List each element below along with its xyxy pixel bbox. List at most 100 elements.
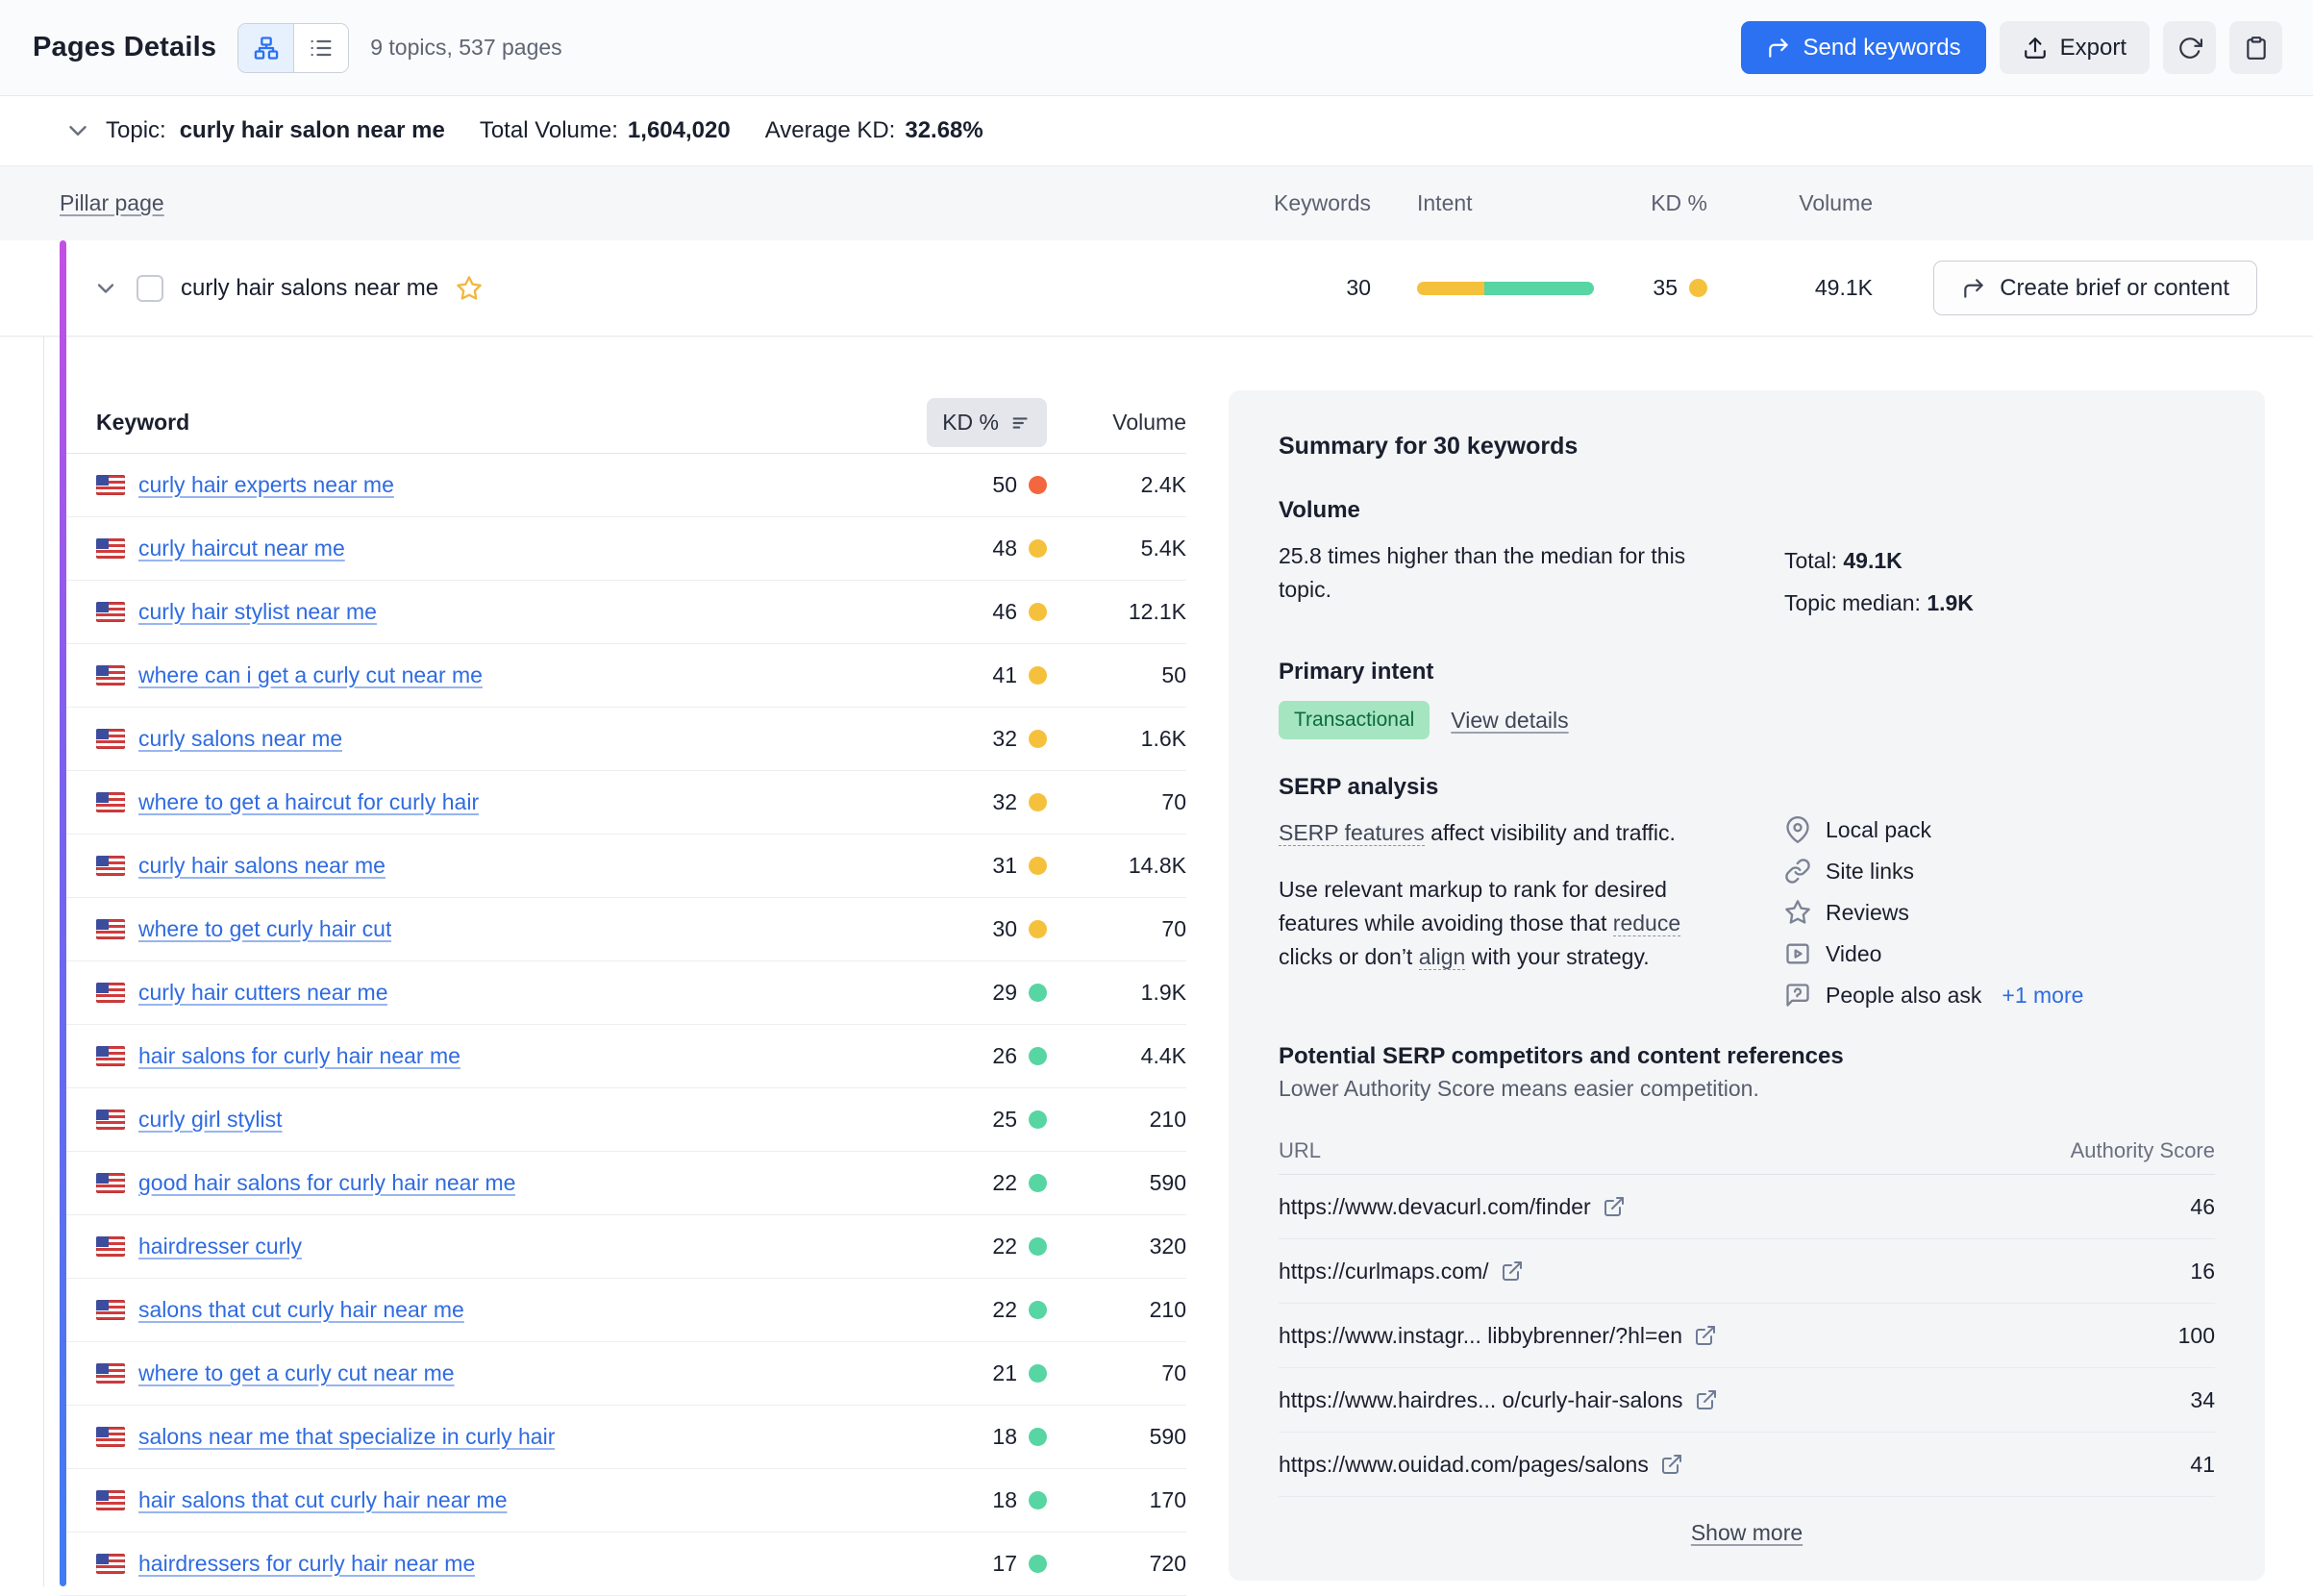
refresh-icon [2177, 36, 2202, 61]
feature-people-also-ask: People also ask +1 more [1784, 982, 2083, 1009]
star-icon[interactable] [456, 275, 483, 302]
table-row: https://www.devacurl.com/finder 46 [1279, 1175, 2215, 1239]
primary-intent-heading: Primary intent [1279, 659, 2215, 686]
keyword-link[interactable]: salons near me that specialize in curly … [138, 1424, 555, 1450]
external-link-icon[interactable] [1660, 1453, 1683, 1476]
keyword-link[interactable]: curly hair experts near me [138, 472, 394, 498]
pillar-page-name[interactable]: curly hair salons near me [181, 275, 438, 302]
column-kd-sort[interactable]: KD % [927, 398, 1047, 447]
tree-view-button[interactable] [238, 24, 293, 72]
keyword-link[interactable]: curly haircut near me [138, 536, 345, 561]
export-button[interactable]: Export [2000, 21, 2150, 74]
question-bubble-icon [1784, 982, 1811, 1009]
external-link-icon[interactable] [1603, 1195, 1626, 1218]
keyword-link[interactable]: where to get curly hair cut [138, 916, 391, 942]
external-link-icon[interactable] [1501, 1259, 1524, 1283]
column-volume: Volume [1112, 410, 1186, 436]
volume-stats: Total: 49.1K Topic median: 1.9K [1784, 539, 1974, 624]
show-more-link[interactable]: Show more [1691, 1520, 1803, 1545]
create-brief-button[interactable]: Create brief or content [1933, 261, 2257, 315]
table-row: https://curlmaps.com/ 16 [1279, 1239, 2215, 1304]
us-flag-icon [96, 1173, 125, 1193]
send-keywords-button[interactable]: Send keywords [1741, 21, 1986, 74]
keyword-table: Keyword KD % Volume curly hair experts n… [60, 392, 1186, 1596]
keyword-link[interactable]: hairdresser curly [138, 1234, 302, 1259]
column-pillar-page[interactable]: Pillar page [60, 190, 164, 216]
serp-features-link[interactable]: SERP features [1279, 820, 1425, 846]
sitemap-icon [253, 35, 280, 62]
kd-dot [1029, 539, 1047, 558]
keyword-link[interactable]: curly girl stylist [138, 1107, 283, 1133]
keyword-link[interactable]: curly hair salons near me [138, 853, 386, 879]
competitor-url: https://www.ouidad.com/pages/salons [1279, 1452, 1649, 1478]
us-flag-icon [96, 1300, 125, 1320]
kd-dot [1029, 984, 1047, 1002]
keyword-link[interactable]: where to get a haircut for curly hair [138, 789, 479, 815]
serp-paragraph-3: with your strategy. [1465, 944, 1649, 969]
keyword-link[interactable]: curly salons near me [138, 726, 342, 752]
topic-summary-row: Topic: curly hair salon near me Total Vo… [0, 96, 2313, 165]
us-flag-icon [96, 538, 125, 559]
external-link-icon[interactable] [1694, 1324, 1717, 1347]
list-view-button[interactable] [293, 24, 348, 72]
average-kd-value: 32.68% [905, 117, 982, 144]
align-link[interactable]: align [1419, 944, 1466, 970]
more-features-link[interactable]: +1 more [2002, 983, 2083, 1009]
us-flag-icon [96, 919, 125, 939]
competitor-url: https://www.hairdres... o/curly-hair-sal… [1279, 1387, 1683, 1413]
volume-value: 1.6K [1141, 726, 1186, 752]
kd-dot [1029, 857, 1047, 875]
keyword-link[interactable]: hairdressers for curly hair near me [138, 1551, 475, 1577]
send-arrow-icon [1766, 36, 1791, 61]
pillar-kd-dot [1689, 279, 1707, 297]
authority-score: 34 [2190, 1387, 2215, 1413]
keyword-link[interactable]: where to get a curly cut near me [138, 1360, 455, 1386]
tree-guide-line [43, 337, 44, 1586]
kd-value: 21 [992, 1360, 1017, 1386]
kd-dot [1029, 603, 1047, 621]
volume-value: 4.4K [1141, 1043, 1186, 1069]
keyword-link[interactable]: salons that cut curly hair near me [138, 1297, 464, 1323]
topbar-actions: Send keywords Export [1741, 21, 2282, 74]
summary-title: Summary for 30 keywords [1279, 433, 2215, 461]
column-url: URL [1279, 1138, 2023, 1163]
kd-dot [1029, 1428, 1047, 1446]
volume-value: 12.1K [1129, 599, 1186, 625]
pillar-checkbox[interactable] [137, 275, 163, 302]
table-row: good hair salons for curly hair near me … [60, 1152, 1186, 1215]
us-flag-icon [96, 1490, 125, 1510]
keyword-link[interactable]: hair salons for curly hair near me [138, 1043, 460, 1069]
keyword-rows: curly hair experts near me 50 2.4K curly… [60, 454, 1186, 1596]
table-row: hairdressers for curly hair near me 17 7… [60, 1533, 1186, 1596]
column-kd: KD % [1651, 190, 1707, 216]
keyword-link[interactable]: good hair salons for curly hair near me [138, 1170, 515, 1196]
summary-panel: Summary for 30 keywords Volume 25.8 time… [1229, 390, 2265, 1581]
map-pin-icon [1784, 816, 1811, 843]
kd-dot [1029, 730, 1047, 748]
chevron-down-icon[interactable] [92, 275, 119, 302]
column-volume: Volume [1799, 190, 1873, 216]
kd-dot [1029, 1301, 1047, 1319]
view-details-link[interactable]: View details [1451, 708, 1568, 734]
reduce-link[interactable]: reduce [1613, 910, 1680, 936]
volume-section: Volume 25.8 times higher than the median… [1279, 497, 2215, 624]
chevron-down-icon[interactable] [63, 116, 92, 145]
pillar-volume: 49.1K [1815, 275, 1873, 301]
us-flag-icon [96, 475, 125, 495]
external-link-icon[interactable] [1695, 1388, 1718, 1411]
feature-label: Reviews [1826, 900, 1909, 926]
topic-name: curly hair salon near me [180, 117, 445, 144]
copy-button[interactable] [2229, 21, 2282, 74]
view-toggle [237, 23, 349, 73]
column-keyword: Keyword [96, 410, 864, 436]
refresh-button[interactable] [2163, 21, 2216, 74]
keyword-link[interactable]: curly hair cutters near me [138, 980, 387, 1006]
kd-value: 26 [992, 1043, 1017, 1069]
keyword-link[interactable]: curly hair stylist near me [138, 599, 377, 625]
topic-color-bar [60, 240, 66, 1586]
table-row: salons that cut curly hair near me 22 21… [60, 1279, 1186, 1342]
keyword-link[interactable]: where can i get a curly cut near me [138, 662, 483, 688]
keyword-table-header: Keyword KD % Volume [60, 392, 1186, 454]
keyword-link[interactable]: hair salons that cut curly hair near me [138, 1487, 508, 1513]
competitors-table-header: URL Authority Score [1279, 1127, 2215, 1175]
